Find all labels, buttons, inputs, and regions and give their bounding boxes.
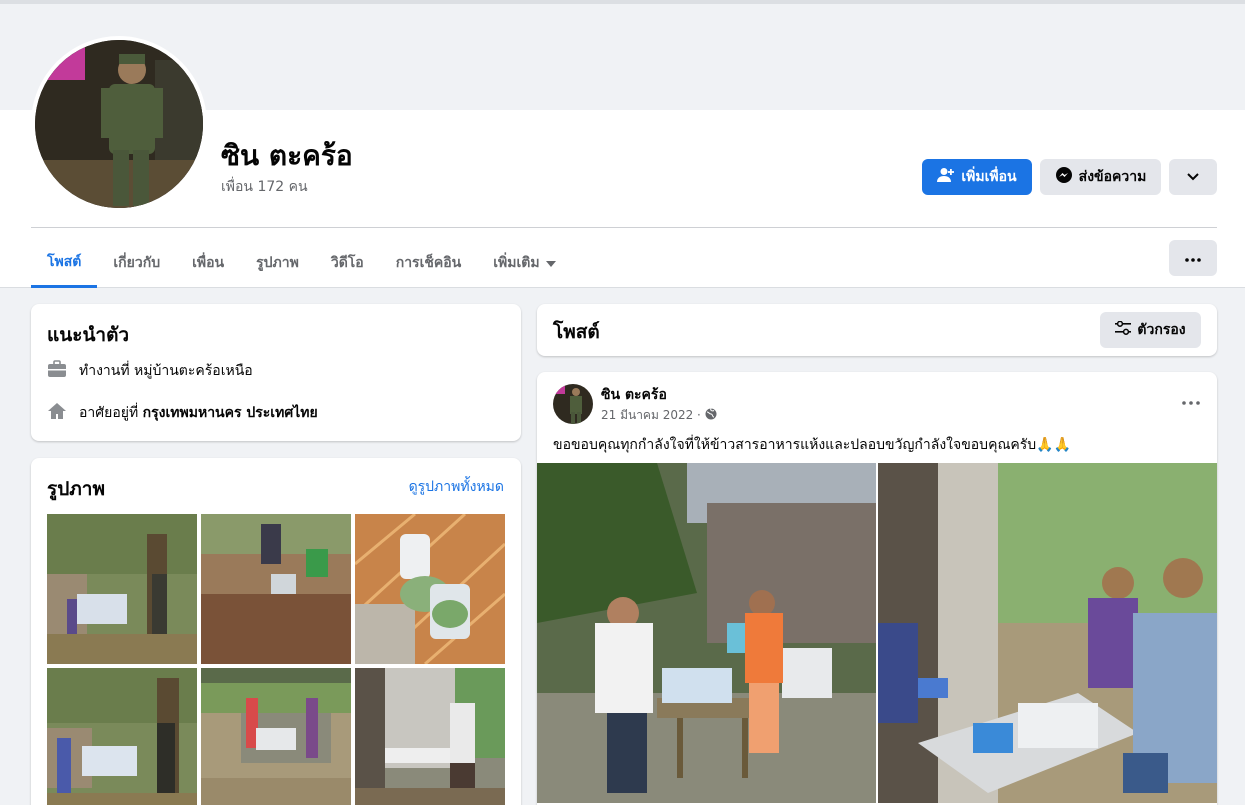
lives-prefix: อาศัยอยู่ที่ xyxy=(79,405,143,421)
tab-label: เพิ่มเติม xyxy=(493,255,540,271)
photo-grid xyxy=(47,514,505,805)
intro-lives: อาศัยอยู่ที่ กรุงเทพมหานคร ประเทศไทย xyxy=(47,402,318,424)
photo-thumbnail[interactable] xyxy=(355,514,505,664)
posts-title: โพสต์ xyxy=(553,321,600,343)
tab-label: เกี่ยวกับ xyxy=(113,255,161,271)
tab-checkins[interactable]: การเช็คอิน xyxy=(380,238,478,288)
profile-name: ซิน ตะคร้อ xyxy=(221,139,353,172)
photo-thumbnail[interactable] xyxy=(355,668,505,805)
message-label: ส่งข้อความ xyxy=(1078,169,1147,185)
posts-header-card: โพสต์ ตัวกรอง xyxy=(537,304,1217,356)
add-person-icon xyxy=(937,167,955,187)
work-text: ทำงานที่ หมู่บ้านตะคร้อเหนือ xyxy=(79,363,253,379)
tab-label: วิดีโอ xyxy=(330,255,364,271)
post-author-avatar[interactable] xyxy=(553,384,593,424)
filter-button[interactable]: ตัวกรอง xyxy=(1100,312,1201,348)
profile-options-button[interactable] xyxy=(1169,240,1217,276)
filter-icon xyxy=(1115,320,1132,339)
tab-about[interactable]: เกี่ยวกับ xyxy=(97,238,176,288)
globe-icon xyxy=(705,408,717,423)
intro-card: แนะนำตัว ทำงานที่ หมู่บ้านตะคร้อเหนือ อา… xyxy=(31,304,521,441)
post-date[interactable]: 21 มีนาคม 2022 · xyxy=(601,406,717,425)
photo-thumbnail[interactable] xyxy=(47,514,197,664)
tab-friends[interactable]: เพื่อน xyxy=(176,238,240,288)
photo-thumbnail[interactable] xyxy=(201,514,351,664)
briefcase-icon xyxy=(47,360,67,382)
more-dots-icon xyxy=(1181,390,1201,409)
tab-photos[interactable]: รูปภาพ xyxy=(240,238,315,288)
tab-label: โพสต์ xyxy=(47,253,82,270)
photo-thumbnail[interactable] xyxy=(47,668,197,805)
post-image[interactable] xyxy=(878,463,1217,803)
see-all-photos-link[interactable]: ดูรูปภาพทั้งหมด xyxy=(409,476,504,498)
post-date-text: 21 มีนาคม 2022 · xyxy=(601,408,701,422)
tab-label: เพื่อน xyxy=(192,255,225,271)
avatar-photo xyxy=(35,40,203,208)
photos-title: รูปภาพ xyxy=(47,478,105,500)
photo-thumbnail[interactable] xyxy=(201,668,351,805)
post-image[interactable] xyxy=(537,463,876,803)
add-friend-label: เพิ่มเพื่อน xyxy=(961,169,1017,185)
message-button[interactable]: ส่งข้อความ xyxy=(1040,159,1161,195)
tab-more[interactable]: เพิ่มเติม xyxy=(477,238,571,288)
photos-card: รูปภาพ ดูรูปภาพทั้งหมด xyxy=(31,458,521,805)
intro-work: ทำงานที่ หมู่บ้านตะคร้อเหนือ xyxy=(47,360,253,382)
tab-label: การเช็คอิน xyxy=(395,255,462,271)
caret-down-icon xyxy=(545,255,556,271)
tab-label: รูปภาพ xyxy=(256,255,299,271)
intro-title: แนะนำตัว xyxy=(47,324,130,346)
more-actions-button[interactable] xyxy=(1169,159,1217,195)
post-options-button[interactable] xyxy=(1181,390,1201,409)
messenger-icon xyxy=(1055,166,1073,188)
header-divider xyxy=(31,227,1217,228)
chevron-down-icon xyxy=(1187,169,1199,185)
more-dots-icon xyxy=(1185,250,1201,266)
friend-count[interactable]: เพื่อน 172 คน xyxy=(221,176,308,198)
home-icon xyxy=(47,402,67,424)
post-author-name[interactable]: ซิน ตะคร้อ xyxy=(601,384,667,406)
profile-avatar[interactable] xyxy=(31,36,207,212)
profile-tabs: โพสต์ เกี่ยวกับ เพื่อน รูปภาพ วิดีโอ การ… xyxy=(31,238,572,288)
lives-place[interactable]: กรุงเทพมหานคร ประเทศไทย xyxy=(143,405,318,421)
post-card: ซิน ตะคร้อ 21 มีนาคม 2022 · ขอขอบคุณทุกก… xyxy=(537,372,1217,805)
filter-label: ตัวกรอง xyxy=(1137,322,1186,338)
tab-videos[interactable]: วิดีโอ xyxy=(315,238,380,288)
tab-posts[interactable]: โพสต์ xyxy=(31,238,98,288)
post-text: ขอขอบคุณทุกกำลังใจที่ให้ข้าวสารอาหารแห้ง… xyxy=(553,437,1072,453)
add-friend-button[interactable]: เพิ่มเพื่อน xyxy=(922,159,1032,195)
